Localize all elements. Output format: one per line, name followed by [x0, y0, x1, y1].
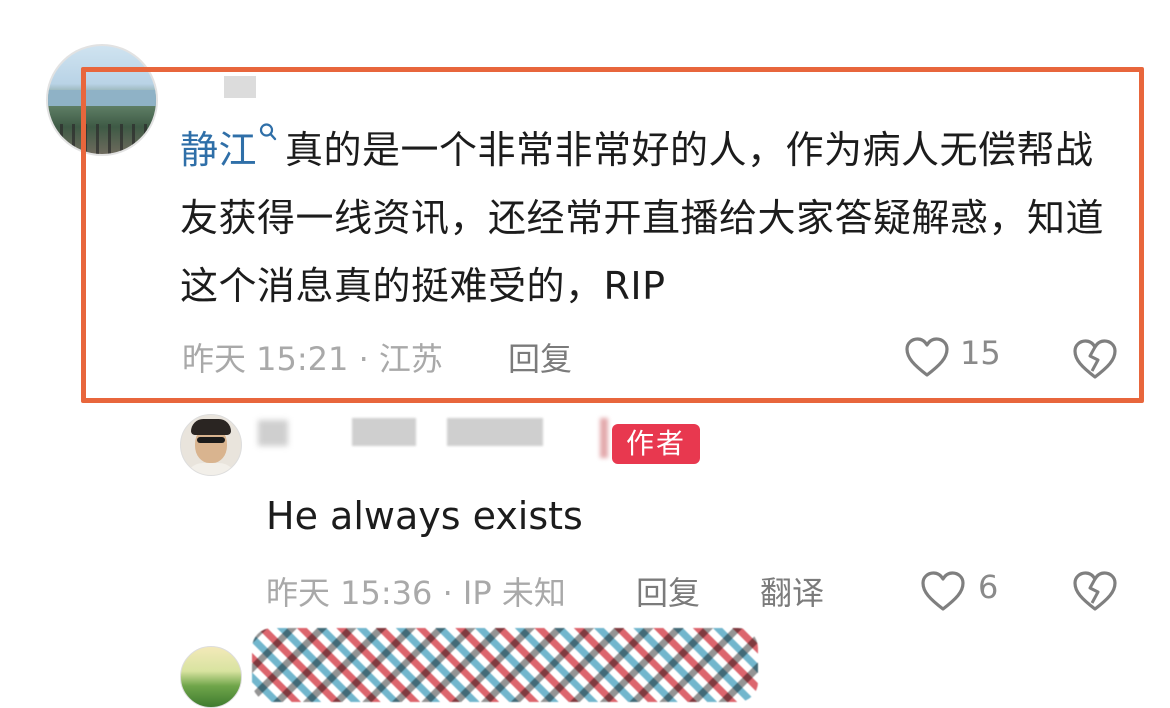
translate-button[interactable]: 翻译: [760, 568, 824, 614]
broken-heart-icon[interactable]: [1072, 570, 1118, 616]
redacted-name-part: [352, 418, 416, 446]
reply-button[interactable]: 回复: [508, 334, 572, 380]
main-comment-body: 静江 真的是一个非常非常好的人，作为病人无偿帮战友获得一线资讯，还经常开直播给大家…: [180, 116, 1130, 320]
heart-icon[interactable]: [920, 570, 966, 616]
redacted-name-part: [447, 418, 543, 446]
reply-timestamp: 昨天 15:36 · IP 未知: [266, 574, 566, 612]
commenter-avatar[interactable]: [180, 646, 242, 708]
broken-heart-icon[interactable]: [1072, 338, 1118, 384]
redacted-name-part: [600, 418, 608, 458]
reply-comment-text: He always exists: [266, 494, 583, 538]
comment-text: 真的是一个非常非常好的人，作为病人无偿帮战友获得一线资讯，还经常开直播给大家答疑…: [180, 128, 1105, 308]
search-icon[interactable]: [259, 122, 277, 146]
comment-timestamp: 昨天 15:21 · 江苏: [182, 340, 443, 378]
pixelated-redaction: [252, 628, 758, 702]
like-count: 15: [960, 334, 1001, 372]
redacted-name-part: [258, 420, 288, 446]
like-count: 6: [978, 568, 999, 606]
redacted-block: [224, 76, 256, 98]
author-badge: 作者: [612, 424, 700, 464]
reply-button[interactable]: 回复: [636, 568, 700, 614]
author-avatar[interactable]: [180, 414, 242, 476]
username[interactable]: 静江: [180, 128, 257, 172]
heart-icon[interactable]: [904, 336, 950, 382]
